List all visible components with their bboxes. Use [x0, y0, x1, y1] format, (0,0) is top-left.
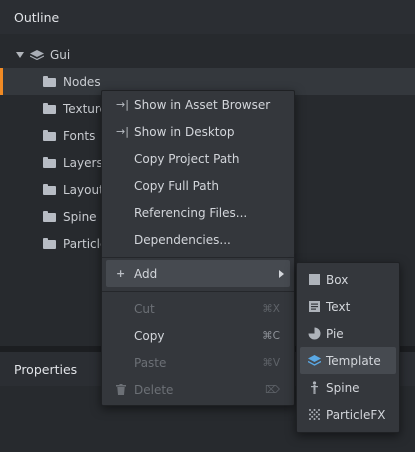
menu-item-show-in-asset-browser[interactable]: →| Show in Asset Browser — [106, 91, 290, 118]
submenu-item-label: Spine — [326, 380, 360, 395]
outline-title: Outline — [14, 9, 60, 25]
tree-item-label: Fonts — [63, 128, 96, 143]
menu-item-paste[interactable]: Paste ⌘V — [106, 349, 290, 376]
context-menu: →| Show in Asset Browser →| Show in Desk… — [101, 90, 295, 406]
shortcut-label: ⌦ — [265, 383, 280, 396]
submenu-item-label: Box — [326, 272, 349, 287]
plus-icon: + — [116, 267, 126, 280]
menu-item-copy[interactable]: Copy ⌘C — [106, 322, 290, 349]
menu-item-label: Copy — [134, 328, 165, 343]
menu-item-label: Add — [134, 266, 158, 281]
trash-icon — [116, 376, 126, 403]
submenu-item-label: Text — [326, 299, 351, 314]
submenu-item-box[interactable]: Box — [300, 266, 396, 293]
tree-root-gui[interactable]: Gui — [0, 41, 415, 68]
menu-item-referencing-files[interactable]: Referencing Files... — [106, 199, 290, 226]
tree-item-label: Nodes — [63, 74, 101, 89]
submenu-item-label: Pie — [326, 326, 344, 341]
submenu-item-text[interactable]: Text — [300, 293, 396, 320]
chevron-right-icon — [279, 270, 284, 278]
box-icon — [309, 274, 320, 285]
menu-item-label: Delete — [134, 382, 174, 397]
add-submenu: Box Text Pie Template Spine ParticleFX — [296, 262, 400, 433]
folder-icon — [43, 237, 56, 249]
menu-item-label: Show in Asset Browser — [134, 97, 271, 112]
caret-down-icon[interactable] — [16, 51, 24, 58]
text-icon — [309, 301, 320, 312]
folder-icon — [43, 75, 56, 87]
menu-item-copy-project-path[interactable]: Copy Project Path — [106, 145, 290, 172]
menu-item-label: Show in Desktop — [134, 124, 235, 139]
template-icon — [308, 355, 321, 366]
menu-item-show-in-desktop[interactable]: →| Show in Desktop — [106, 118, 290, 145]
folder-icon — [43, 129, 56, 141]
menu-item-cut[interactable]: Cut ⌘X — [106, 295, 290, 322]
shortcut-label: ⌘V — [262, 356, 280, 369]
tree-item-label: Layers — [63, 155, 103, 170]
reveal-icon: →| — [116, 125, 129, 138]
submenu-item-template[interactable]: Template — [300, 347, 396, 374]
menu-item-add[interactable]: + Add — [106, 260, 290, 287]
folder-icon — [43, 210, 56, 222]
submenu-item-pie[interactable]: Pie — [300, 320, 396, 347]
shortcut-label: ⌘C — [262, 329, 280, 342]
tree-root-label: Gui — [50, 47, 71, 62]
menu-separator — [102, 257, 294, 258]
menu-item-label: Dependencies... — [134, 232, 231, 247]
menu-item-label: Cut — [134, 301, 155, 316]
menu-separator — [102, 291, 294, 292]
submenu-item-label: ParticleFX — [326, 407, 386, 422]
submenu-item-spine[interactable]: Spine — [300, 374, 396, 401]
outline-panel-header: Outline — [0, 0, 415, 34]
menu-item-label: Copy Full Path — [134, 178, 219, 193]
folder-icon — [43, 183, 56, 195]
menu-item-dependencies[interactable]: Dependencies... — [106, 226, 290, 253]
gui-layers-icon — [30, 49, 44, 60]
menu-item-label: Copy Project Path — [134, 151, 240, 166]
reveal-icon: →| — [116, 98, 129, 111]
pie-icon — [308, 327, 321, 340]
properties-title: Properties — [14, 361, 78, 377]
menu-item-delete[interactable]: Delete ⌦ — [106, 376, 290, 403]
submenu-item-particlefx[interactable]: ParticleFX — [300, 401, 396, 428]
spine-icon — [311, 381, 318, 394]
particlefx-icon — [309, 409, 320, 420]
menu-item-label: Paste — [134, 355, 167, 370]
menu-item-copy-full-path[interactable]: Copy Full Path — [106, 172, 290, 199]
menu-item-label: Referencing Files... — [134, 205, 248, 220]
folder-icon — [43, 102, 56, 114]
submenu-item-label: Template — [326, 353, 381, 368]
shortcut-label: ⌘X — [262, 302, 280, 315]
folder-icon — [43, 156, 56, 168]
